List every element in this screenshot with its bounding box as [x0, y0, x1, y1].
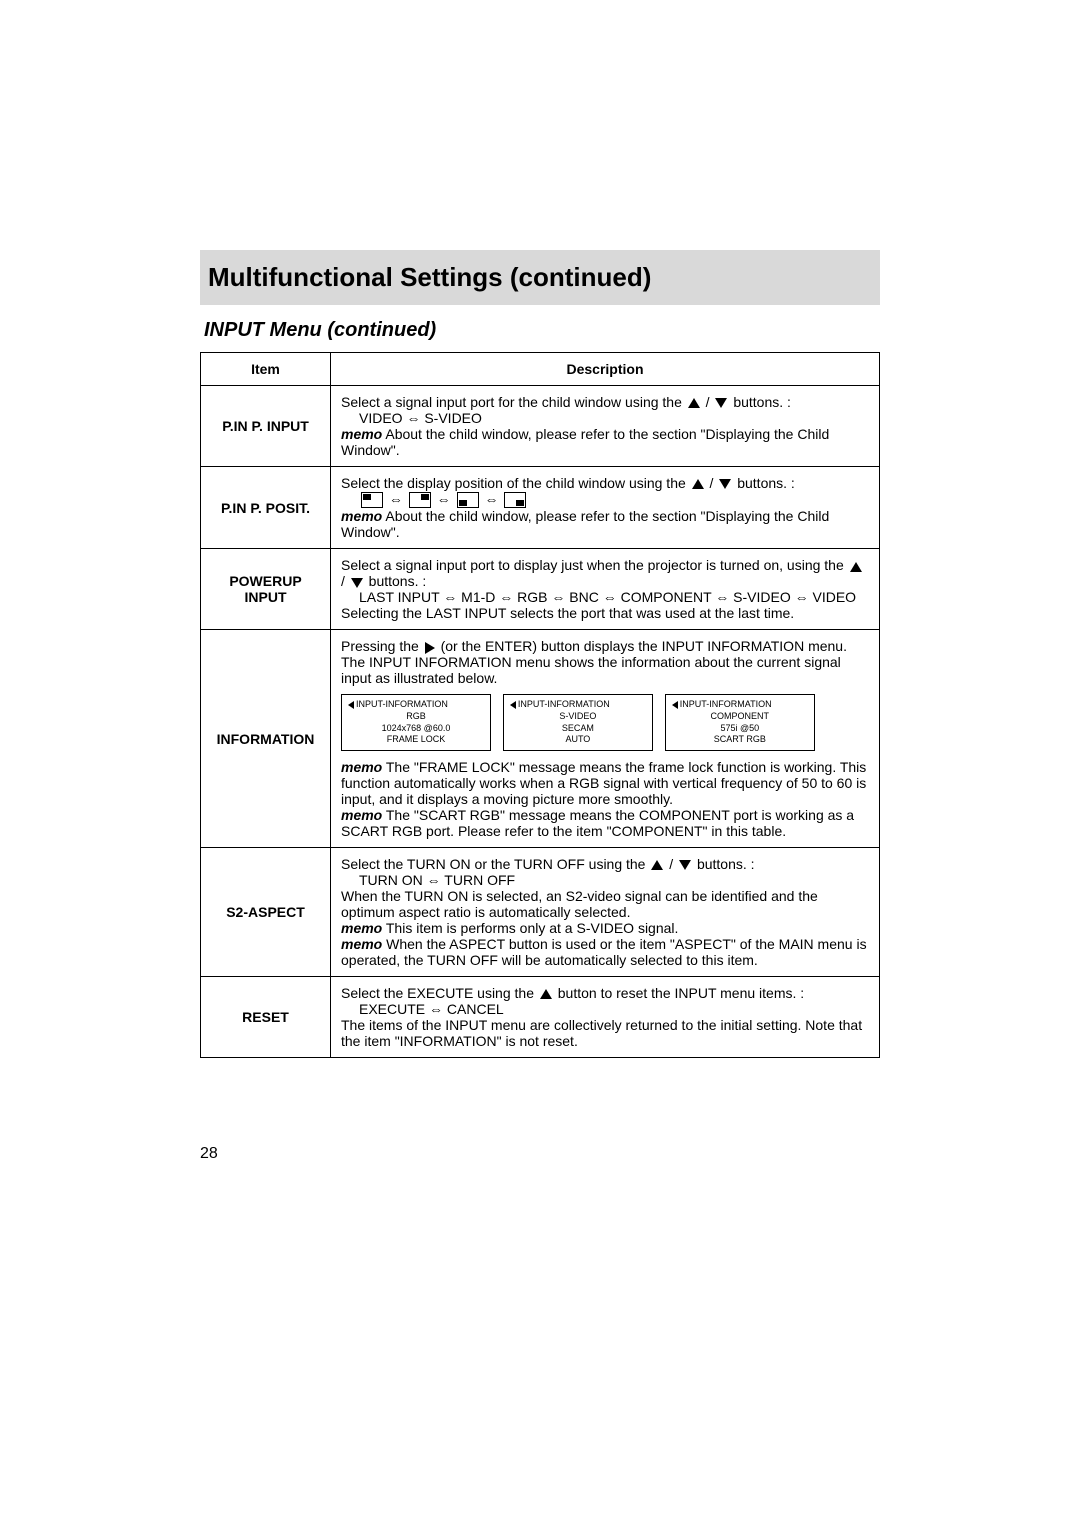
text: The "FRAME LOCK" message means the frame… [341, 759, 866, 807]
text: SCART RGB [672, 734, 808, 746]
info-box: INPUT-INFORMATION COMPONENT 575i @50 SCA… [665, 694, 815, 751]
posit-bottom-right-icon [504, 492, 526, 508]
item-description: Select the EXECUTE using the button to r… [331, 977, 880, 1058]
text: S-VIDEO [510, 711, 646, 723]
table-row: POWERUP INPUT Select a signal input port… [201, 549, 880, 630]
col-header-description: Description [331, 353, 880, 386]
arrow-up-icon [688, 398, 700, 408]
document-page: Multifunctional Settings (continued) INP… [200, 250, 880, 1058]
arrow-down-icon [715, 398, 727, 408]
arrow-down-icon [719, 479, 731, 489]
item-description: Select the display position of the child… [331, 467, 880, 549]
arrow-left-icon [672, 701, 678, 709]
table-row: P.IN P. POSIT. Select the display positi… [201, 467, 880, 549]
arrow-up-icon [651, 860, 663, 870]
text: Select the display position of the child… [341, 475, 690, 491]
text: The items of the INPUT menu are collecti… [341, 1017, 862, 1049]
table-row: INFORMATION Pressing the (or the ENTER) … [201, 630, 880, 848]
arrow-up-icon [692, 479, 704, 489]
item-description: Select a signal input port for the child… [331, 386, 880, 467]
text: About the child window, please refer to … [341, 426, 829, 458]
text: Selecting the LAST INPUT selects the por… [341, 605, 794, 621]
text: (or the ENTER) button displays the INPUT… [441, 638, 847, 654]
text: RGB [348, 711, 484, 723]
bidir-icon: ⇔ [389, 491, 403, 507]
info-box: INPUT-INFORMATION S-VIDEO SECAM AUTO [503, 694, 653, 751]
text: When the TURN ON is selected, an S2-vide… [341, 888, 818, 920]
arrow-right-icon [425, 642, 435, 654]
arrow-left-icon [348, 701, 354, 709]
text: The INPUT INFORMATION menu shows the inf… [341, 654, 841, 686]
text: The "SCART RGB" message means the COMPON… [341, 807, 854, 839]
section-title: INPUT Menu (continued) [200, 319, 880, 342]
arrow-up-icon [540, 989, 552, 999]
posit-top-left-icon [361, 492, 383, 508]
text: AUTO [510, 734, 646, 746]
text: VIDEO ⇔ S-VIDEO [341, 410, 482, 426]
item-label: P.IN P. POSIT. [201, 467, 331, 549]
bidir-icon: ⇔ [484, 491, 498, 507]
arrow-down-icon [679, 860, 691, 870]
posit-bottom-left-icon [457, 492, 479, 508]
arrow-down-icon [351, 578, 363, 588]
text: This item is performs only at a S-VIDEO … [382, 920, 678, 936]
memo-label: memo [341, 807, 382, 823]
item-label: POWERUP INPUT [201, 549, 331, 630]
item-label: RESET [201, 977, 331, 1058]
text: buttons. : [697, 856, 755, 872]
text: TURN ON ⇔ TURN OFF [341, 872, 515, 888]
page-title: Multifunctional Settings (continued) [200, 250, 880, 305]
text: When the ASPECT button is used or the it… [341, 936, 867, 968]
table-header-row: Item Description [201, 353, 880, 386]
text: Select a signal input port to display ju… [341, 557, 848, 573]
table-row: P.IN P. INPUT Select a signal input port… [201, 386, 880, 467]
page-number: 28 [200, 1145, 218, 1163]
table-row: RESET Select the EXECUTE using the butto… [201, 977, 880, 1058]
text: COMPONENT [672, 711, 808, 723]
posit-icons: ⇔ ⇔ ⇔ [341, 491, 528, 507]
arrow-up-icon [850, 562, 862, 572]
text: button to reset the INPUT menu items. : [558, 985, 804, 1001]
text: INPUT-INFORMATION [518, 699, 610, 709]
text: Select a signal input port for the child… [341, 394, 686, 410]
memo-label: memo [341, 426, 382, 442]
table-row: S2-ASPECT Select the TURN ON or the TURN… [201, 848, 880, 977]
text: buttons. : [737, 475, 795, 491]
item-label: INFORMATION [201, 630, 331, 848]
col-header-item: Item [201, 353, 331, 386]
text: 575i @50 [672, 723, 808, 735]
text: Select the TURN ON or the TURN OFF using… [341, 856, 649, 872]
text: / [710, 475, 718, 491]
text: Select the EXECUTE using the [341, 985, 538, 1001]
posit-top-right-icon [409, 492, 431, 508]
text: INPUT-INFORMATION [356, 699, 448, 709]
text: INPUT-INFORMATION [680, 699, 772, 709]
text: About the child window, please refer to … [341, 508, 829, 540]
text: SECAM [510, 723, 646, 735]
text: / [706, 394, 714, 410]
text: 1024x768 @60.0 [348, 723, 484, 735]
item-description: Select the TURN ON or the TURN OFF using… [331, 848, 880, 977]
menu-table: Item Description P.IN P. INPUT Select a … [200, 352, 880, 1058]
text: / [669, 856, 677, 872]
item-description: Pressing the (or the ENTER) button displ… [331, 630, 880, 848]
item-label: S2-ASPECT [201, 848, 331, 977]
text: LAST INPUT ⇔ M1-D ⇔ RGB ⇔ BNC ⇔ COMPONEN… [341, 589, 856, 605]
memo-label: memo [341, 920, 382, 936]
info-box: INPUT-INFORMATION RGB 1024x768 @60.0 FRA… [341, 694, 491, 751]
text: buttons. : [369, 573, 427, 589]
item-description: Select a signal input port to display ju… [331, 549, 880, 630]
memo-label: memo [341, 759, 382, 775]
text: FRAME LOCK [348, 734, 484, 746]
memo-label: memo [341, 508, 382, 524]
text: buttons. : [733, 394, 791, 410]
item-label: P.IN P. INPUT [201, 386, 331, 467]
text: Pressing the [341, 638, 423, 654]
bidir-icon: ⇔ [437, 491, 451, 507]
memo-label: memo [341, 936, 382, 952]
info-illustrations: INPUT-INFORMATION RGB 1024x768 @60.0 FRA… [341, 694, 869, 751]
text: EXECUTE ⇔ CANCEL [341, 1001, 504, 1017]
text: / [341, 573, 349, 589]
arrow-left-icon [510, 701, 516, 709]
